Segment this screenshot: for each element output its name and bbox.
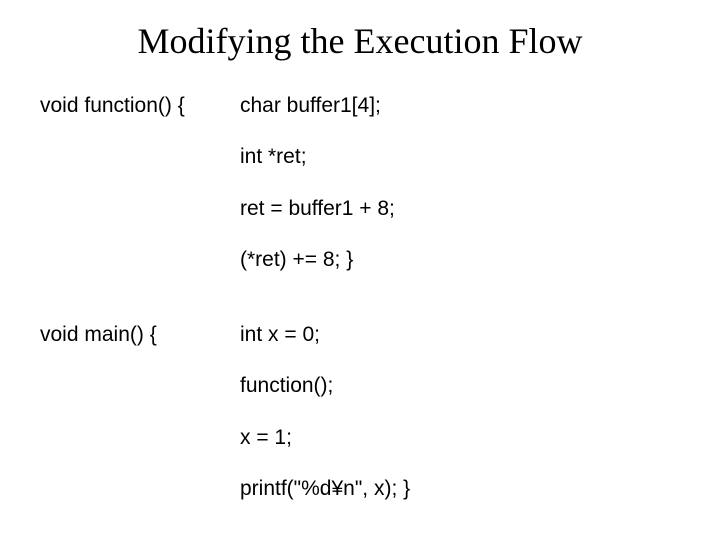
code-line: ret = buffer1 + 8;	[240, 195, 680, 222]
code-line: int *ret;	[240, 143, 680, 170]
code-block: void function() { char buffer1[4]; int *…	[40, 92, 680, 526]
main-declaration: void main() {	[40, 321, 230, 348]
code-line: printf("%d¥n", x); }	[240, 475, 680, 502]
slide-title: Modifying the Execution Flow	[40, 20, 680, 62]
slide: Modifying the Execution Flow void functi…	[0, 0, 720, 540]
code-line: char buffer1[4];	[240, 92, 680, 119]
code-line: x = 1;	[240, 424, 680, 451]
code-line: (*ret) += 8; }	[240, 246, 680, 273]
spacer	[40, 297, 230, 321]
code-line: int x = 0;	[240, 321, 680, 348]
code-line: function();	[240, 372, 680, 399]
function-declaration: void function() {	[40, 92, 230, 119]
